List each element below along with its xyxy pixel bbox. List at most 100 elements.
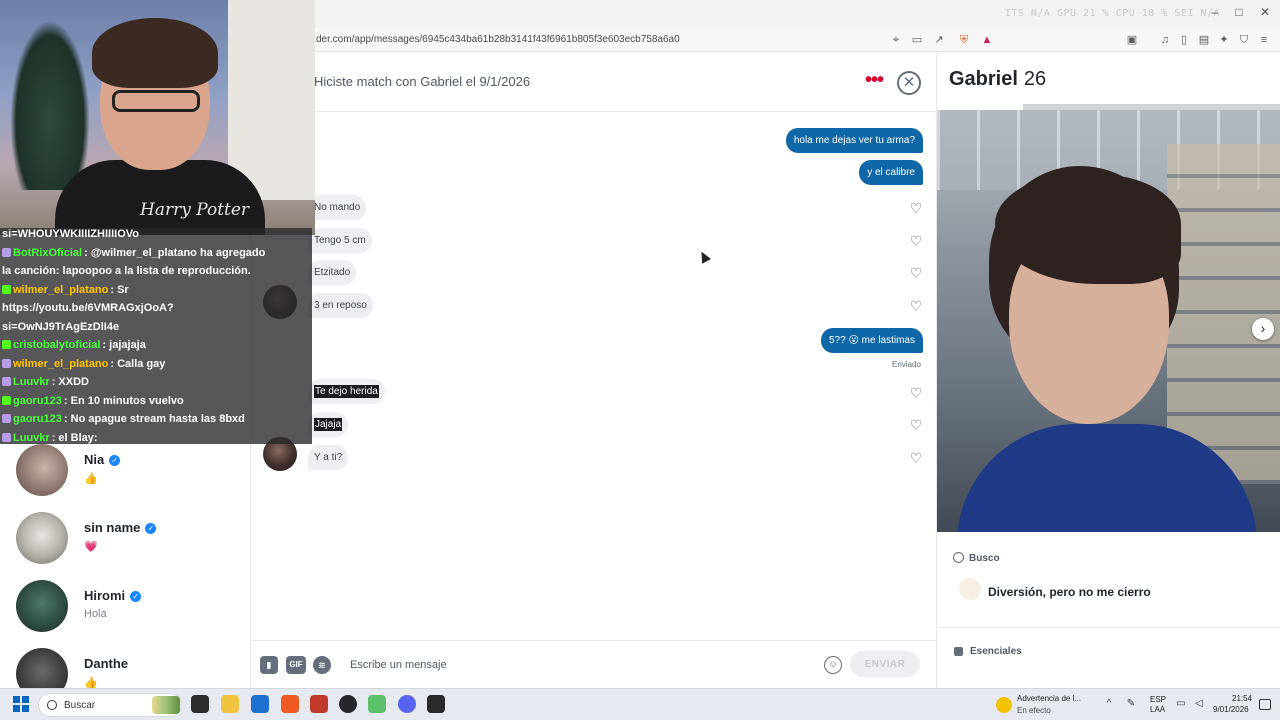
glasses-icon [112,90,200,112]
brave-shield-icon[interactable]: ⛨ [956,32,972,48]
like-heart-icon[interactable]: ♡ [908,417,924,433]
menu-icon[interactable]: ≡ [1256,32,1272,48]
store-icon[interactable] [251,695,269,713]
keyboard-layout[interactable]: LAA [1150,705,1165,714]
looking-for-section: Busco Diversión, pero no me cierro [937,536,1280,628]
avatar [16,648,68,688]
like-heart-icon[interactable]: ♡ [908,200,924,216]
ai-icon[interactable]: ✦ [1216,32,1232,48]
chat-badge-icon [2,395,11,405]
chat-username[interactable]: wilmer_el_platano [13,284,108,296]
message-incoming[interactable]: 3 en reposo [308,293,373,318]
tray-app-icon[interactable]: ✎ [1124,697,1138,711]
like-heart-icon[interactable]: ♡ [908,385,924,401]
chat-username[interactable]: cristobalytoficial [13,339,100,351]
location-icon[interactable]: ⌖ [888,32,904,48]
close-chat-icon[interactable]: ✕ [897,71,921,95]
chat-username[interactable]: Luuvkr [13,376,50,388]
contact-item-nia[interactable]: Nia ✓ 👍 [0,444,250,512]
brave-browser-icon[interactable] [281,695,299,713]
stream-chat-line: gaoru123: No apague stream hasta las 8bx… [2,410,310,428]
stream-chat-line: Luuvkr: el Blay: [2,429,310,445]
app-icon[interactable] [310,695,328,713]
chat-header: Hiciste match con Gabriel el 9/1/2026 ••… [252,52,936,112]
url-text[interactable]: der.com/app/messages/6945c434ba61b28b314… [316,34,680,45]
stream-chat-line: cristobalytoficial: jajajaja [2,336,310,354]
chat-message-text: : @wilmer_el_platano ha agregado [84,246,266,259]
stream-chat-line: gaoru123: En 10 minutos vuelvo [2,392,310,410]
chat-username[interactable]: Luuvkr [13,432,50,444]
chat-username[interactable]: BotRixOficial [13,247,82,259]
cast-icon[interactable]: ▭ [909,32,925,48]
stream-chat-line: wilmer_el_platano: Calla gay [2,355,310,373]
start-button[interactable] [13,696,29,712]
sticker-icon[interactable]: ▮ [260,656,278,674]
message-outgoing[interactable]: 5?? 😮 me lastimas [820,328,923,353]
contact-name: Nia ✓ [84,452,121,467]
reader-icon[interactable]: ▯ [1176,32,1192,48]
stream-chat-line: https://youtu.be/6VMRAGxjOoA? [2,299,310,317]
message-input[interactable] [350,653,810,677]
chat-username[interactable]: wilmer_el_platano [13,358,108,370]
minimize-icon[interactable]: – [1211,5,1218,19]
shelf [228,0,315,200]
message-incoming[interactable]: Etzitado [308,260,357,285]
taskbar-search[interactable]: Buscar [38,693,182,717]
webcam-overlay: Harry Potter [0,0,315,235]
discord-icon[interactable] [398,695,416,713]
message-incoming[interactable]: No mando [308,195,367,220]
clock-date[interactable]: 9/01/2026 [1213,705,1249,714]
more-options-icon[interactable]: ••• [862,70,886,94]
close-window-icon[interactable]: ✕ [1260,5,1270,19]
show-hidden-icon[interactable]: ^ [1102,697,1116,711]
like-heart-icon[interactable]: ♡ [908,233,924,249]
notifications-icon[interactable] [1259,699,1271,710]
contact-item-danthe[interactable]: Danthe 👍 [0,648,250,688]
rewards-icon[interactable]: ▲ [979,32,995,48]
contact-item-hiromi[interactable]: Hiromi ✓ Hola [0,580,250,648]
message-incoming[interactable]: Jajaja [308,412,349,437]
looking-for-label: Busco [969,553,1000,564]
taskbar-search-label: Buscar [64,700,96,711]
sidebar-toggle-icon[interactable]: ▣ [1124,32,1140,48]
streamer-shirt [55,160,265,235]
message-outgoing[interactable]: hola me dejas ver tu arma? [785,128,923,153]
contact-item-sin-name[interactable]: sin name ✓ 💗 [0,512,250,580]
message-incoming[interactable]: Y a ti? [308,445,349,470]
gif-button[interactable]: GIF [286,656,306,674]
like-heart-icon[interactable]: ♡ [908,450,924,466]
maximize-icon[interactable]: □ [1235,5,1242,19]
wallet-icon[interactable]: ▤ [1196,32,1212,48]
vpn-icon[interactable]: ⛉ [1236,32,1252,48]
like-heart-icon[interactable]: ♡ [908,298,924,314]
essentials-icon [954,647,963,656]
message-incoming[interactable]: Te dejo herida [308,379,385,404]
task-view-icon[interactable] [191,695,209,713]
chat-message-text: la canción: lapoopoo a la lista de repro… [2,265,251,277]
send-button[interactable]: ENVIAR [850,651,920,677]
notepad-icon[interactable] [368,695,386,713]
clock-time[interactable]: 21:54 [1232,694,1252,703]
next-photo-icon[interactable]: › [1252,318,1274,340]
emoji-icon[interactable]: ☺ [824,656,842,674]
verified-icon: ✓ [109,455,121,466]
chat-username[interactable]: gaoru123 [13,413,62,425]
obs-icon[interactable] [339,695,357,713]
music-icon[interactable]: ♫ [1157,32,1173,48]
sent-status: Enviado [892,360,921,369]
like-heart-icon[interactable]: ♡ [908,265,924,281]
chat-username[interactable]: gaoru123 [13,395,62,407]
epic-games-icon[interactable] [427,695,445,713]
spotify-icon[interactable]: ≋ [313,656,331,674]
volume-icon[interactable]: ◁ [1192,697,1206,711]
message-outgoing[interactable]: y el calibre [859,160,923,185]
message-incoming[interactable]: Tengo 5 cm [308,228,372,253]
share-icon[interactable]: ↗ [931,32,947,48]
network-icon[interactable]: ▭ [1174,697,1188,711]
file-explorer-icon[interactable] [221,695,239,713]
match-info: Hiciste match con Gabriel el 9/1/2026 [314,74,531,89]
profile-photo[interactable]: › [937,104,1280,532]
alert-subtitle: En efecto [1017,706,1051,715]
chat-badge-icon [2,358,11,368]
language-indicator[interactable]: ESP [1150,695,1166,704]
